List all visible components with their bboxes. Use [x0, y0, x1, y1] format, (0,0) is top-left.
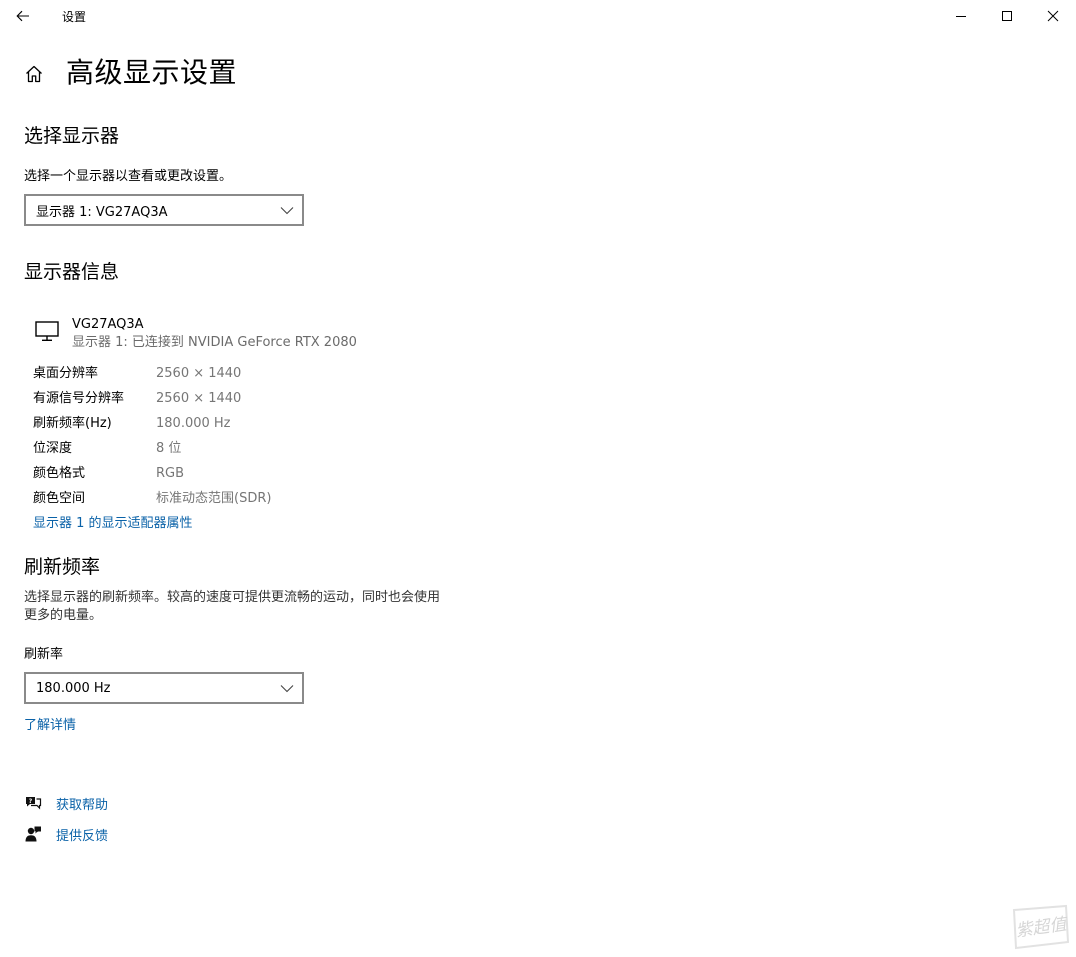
adapter-properties-link[interactable]: 显示器 1 的显示适配器属性 — [33, 515, 193, 533]
monitor-icon — [35, 321, 59, 341]
maximize-icon — [1002, 11, 1012, 21]
get-help-link[interactable]: ? 获取帮助 — [24, 792, 108, 814]
refresh-rate-description-line1: 选择显示器的刷新频率。较高的速度可提供更流畅的运动，同时也会使用 — [24, 590, 441, 605]
display-select-dropdown[interactable]: 显示器 1: VG27AQ3A — [24, 194, 304, 226]
info-key: 位深度 — [33, 441, 73, 456]
close-button[interactable] — [1030, 0, 1076, 32]
home-button[interactable] — [22, 62, 46, 86]
info-value: 2560 × 1440 — [156, 391, 242, 406]
info-row-bit-depth: 位深度 8 位 — [33, 439, 433, 459]
info-value: 2560 × 1440 — [156, 366, 242, 381]
refresh-rate-value: 180.000 Hz — [36, 680, 111, 696]
give-feedback-label: 提供反馈 — [56, 828, 109, 844]
help-chat-icon: ? — [24, 794, 42, 812]
home-icon — [26, 65, 42, 83]
info-value: 标准动态范围(SDR) — [156, 491, 272, 506]
info-row-color-space: 颜色空间 标准动态范围(SDR) — [33, 489, 433, 509]
display-select-value: 显示器 1: VG27AQ3A — [36, 204, 168, 220]
learn-more-link[interactable]: 了解详情 — [24, 717, 76, 735]
svg-text:?: ? — [29, 798, 33, 805]
info-key: 桌面分辨率 — [33, 366, 99, 381]
info-row-refresh-rate: 刷新频率(Hz) 180.000 Hz — [33, 414, 433, 434]
info-key: 有源信号分辨率 — [33, 391, 125, 406]
refresh-rate-description-line2: 更多的电量。 — [24, 608, 103, 623]
select-display-instruction: 选择一个显示器以查看或更改设置。 — [24, 169, 233, 184]
info-key: 颜色空间 — [33, 491, 86, 506]
display-info-heading: 显示器信息 — [24, 261, 120, 283]
title-bar: 设置 — [0, 0, 1076, 32]
refresh-rate-dropdown[interactable]: 180.000 Hz — [24, 672, 304, 704]
monitor-name: VG27AQ3A — [72, 317, 144, 332]
info-row-color-format: 颜色格式 RGB — [33, 464, 433, 484]
close-icon — [1047, 10, 1059, 22]
window-title: 设置 — [62, 10, 87, 24]
minimize-button[interactable] — [938, 0, 984, 32]
info-value: 8 位 — [156, 441, 182, 456]
info-value: 180.000 Hz — [156, 416, 231, 431]
refresh-rate-heading: 刷新频率 — [24, 556, 101, 578]
info-value: RGB — [156, 466, 185, 481]
refresh-rate-label: 刷新率 — [24, 647, 64, 662]
maximize-button[interactable] — [984, 0, 1030, 32]
watermark-text: 紫超值 — [1014, 914, 1069, 941]
get-help-label: 获取帮助 — [56, 797, 109, 813]
info-key: 刷新频率(Hz) — [33, 416, 112, 431]
select-display-heading: 选择显示器 — [24, 125, 120, 147]
info-row-active-signal-resolution: 有源信号分辨率 2560 × 1440 — [33, 389, 433, 409]
back-button[interactable] — [8, 2, 38, 30]
info-row-desktop-resolution: 桌面分辨率 2560 × 1440 — [33, 364, 433, 384]
back-arrow-icon — [16, 10, 29, 22]
feedback-icon — [24, 825, 42, 843]
give-feedback-link[interactable]: 提供反馈 — [24, 823, 108, 845]
chevron-down-icon — [280, 203, 294, 217]
chevron-down-icon — [280, 681, 294, 695]
minimize-icon — [956, 16, 966, 17]
monitor-connection: 显示器 1: 已连接到 NVIDIA GeForce RTX 2080 — [72, 335, 357, 350]
page-title: 高级显示设置 — [66, 56, 238, 89]
watermark-logo: 紫超值 — [1012, 904, 1070, 950]
info-key: 颜色格式 — [33, 466, 86, 481]
